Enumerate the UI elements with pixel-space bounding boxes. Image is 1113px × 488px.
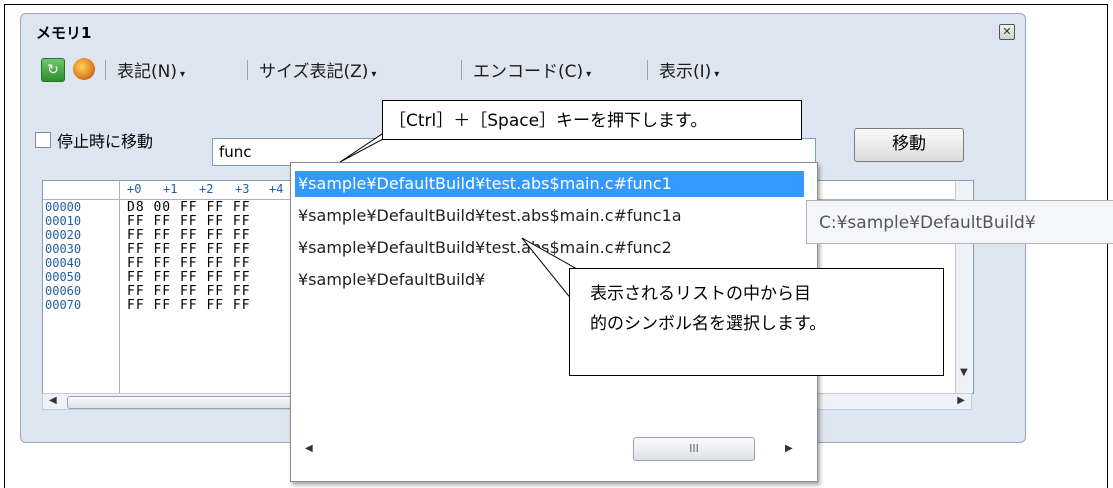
ctrl-space-callout: ［Ctrl］＋［Space］キーを押下します。 <box>382 100 802 140</box>
callout-line: 表示されるリストの中から目 <box>590 284 811 304</box>
select-symbol-callout: 表示されるリストの中から目 的のシンボル名を選択します。 <box>569 268 944 376</box>
callout-line: 的のシンボル名を選択します。 <box>590 314 827 334</box>
callout-pointers <box>339 129 601 301</box>
